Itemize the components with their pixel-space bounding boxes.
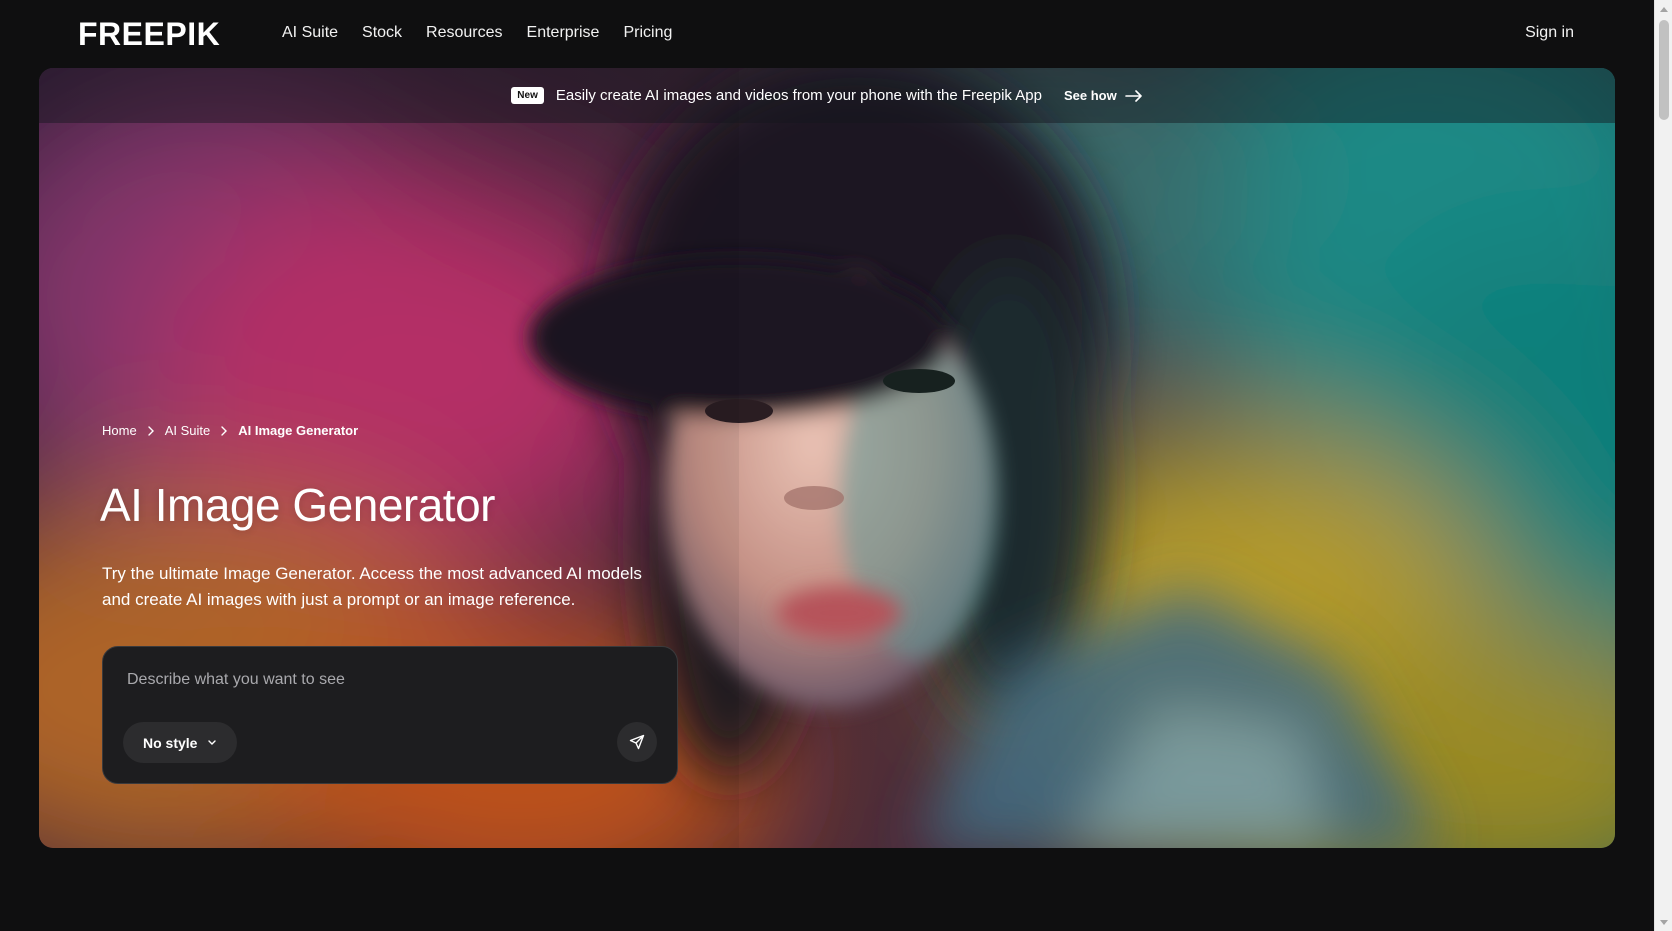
top-nav: FREEPIK AI Suite Stock Resources Enterpr… [0,0,1654,68]
nav-link-stock[interactable]: Stock [362,24,402,42]
hero-section: New Easily create AI images and videos f… [39,68,1615,848]
style-dropdown-label: No style [143,734,198,751]
page-title: AI Image Generator [100,479,495,531]
style-dropdown-button[interactable]: No style [123,722,238,763]
chevron-down-icon [208,739,217,745]
breadcrumb-home[interactable]: Home [102,423,137,438]
freepik-logo[interactable]: FREEPIK [78,18,248,50]
page-scrollbar[interactable] [1654,0,1672,931]
announcement-text: Easily create AI images and videos from … [555,87,1042,104]
arrow-right-icon [1124,89,1142,102]
see-how-label: See how [1063,88,1117,103]
svg-text:FREEPIK: FREEPIK [78,18,220,50]
scrollbar-thumb[interactable] [1659,20,1669,120]
see-how-link[interactable]: See how [1064,88,1143,103]
breadcrumb: Home AI Suite AI Image Generator [102,423,358,438]
triangle-down-icon [1660,919,1668,925]
page: FREEPIK AI Suite Stock Resources Enterpr… [0,0,1672,931]
nav-link-resources[interactable]: Resources [426,24,502,42]
send-icon [629,734,645,750]
nav-link-enterprise[interactable]: Enterprise [527,24,600,42]
nav-link-pricing[interactable]: Pricing [623,24,672,42]
prompt-input[interactable] [125,667,655,693]
prompt-box: No style [102,646,678,784]
nav-link-ai-suite[interactable]: AI Suite [282,24,338,42]
scroll-up-button[interactable] [1655,0,1672,17]
chevron-right-icon [147,425,154,436]
breadcrumb-current: AI Image Generator [238,423,359,438]
chevron-right-icon [221,425,228,436]
main-nav: AI Suite Stock Resources Enterprise Pric… [282,24,696,42]
triangle-up-icon [1660,6,1668,12]
sign-in-link[interactable]: Sign in [1525,24,1574,42]
new-badge: New [511,87,544,104]
send-button[interactable] [617,722,657,762]
hero-description: Try the ultimate Image Generator. Access… [102,564,642,609]
scroll-down-button[interactable] [1655,914,1672,931]
announcement-bar: New Easily create AI images and videos f… [39,68,1615,123]
breadcrumb-ai-suite[interactable]: AI Suite [165,423,211,438]
